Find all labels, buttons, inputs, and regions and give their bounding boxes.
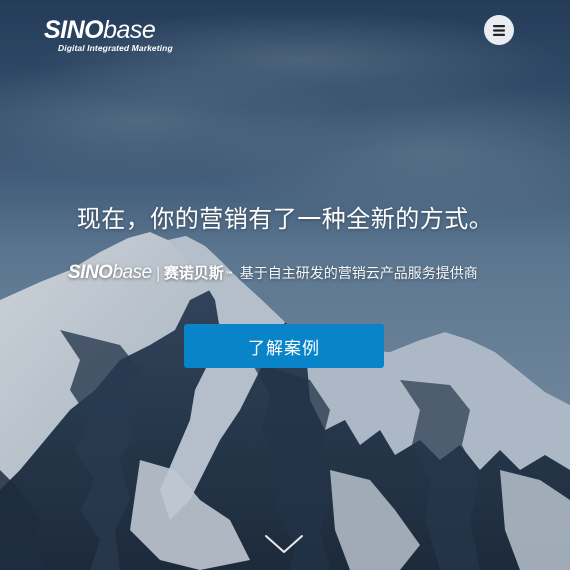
chevron-down-icon[interactable] <box>262 532 306 556</box>
logo-wordmark-bold: SINO <box>44 16 104 44</box>
subline-brand-chinese: 赛诺贝斯 <box>163 264 224 282</box>
subline-description: 基于自主研发的营销云产品服务提供商 <box>239 266 478 282</box>
brand-logo[interactable]: SINObase Digital Integrated Marketing <box>44 18 173 54</box>
trademark-symbol: ™ <box>224 271 234 281</box>
hero-section: SINObase Digital Integrated Marketing 现在… <box>0 0 570 570</box>
menu-button[interactable] <box>484 15 514 45</box>
subline-separator: | <box>155 264 161 282</box>
view-cases-button[interactable]: 了解案例 <box>184 324 384 368</box>
subline-brand-bold: SINO <box>68 262 113 283</box>
subline-brand-wordmark: SINObase <box>68 262 152 284</box>
logo-wordmark-light: base <box>103 16 156 44</box>
mountain-background-image <box>0 0 570 570</box>
hamburger-menu-icon <box>493 24 505 36</box>
hero-headline: 现在，你的营销有了一种全新的方式。 <box>76 205 494 233</box>
subline-brand-light: base <box>112 262 152 283</box>
hero-subline: SINObase | 赛诺贝斯 ™ 基于自主研发的营销云产品服务提供商 <box>68 262 478 284</box>
logo-tagline: Digital Integrated Marketing <box>58 43 173 53</box>
logo-wordmark: SINObase <box>44 18 173 43</box>
